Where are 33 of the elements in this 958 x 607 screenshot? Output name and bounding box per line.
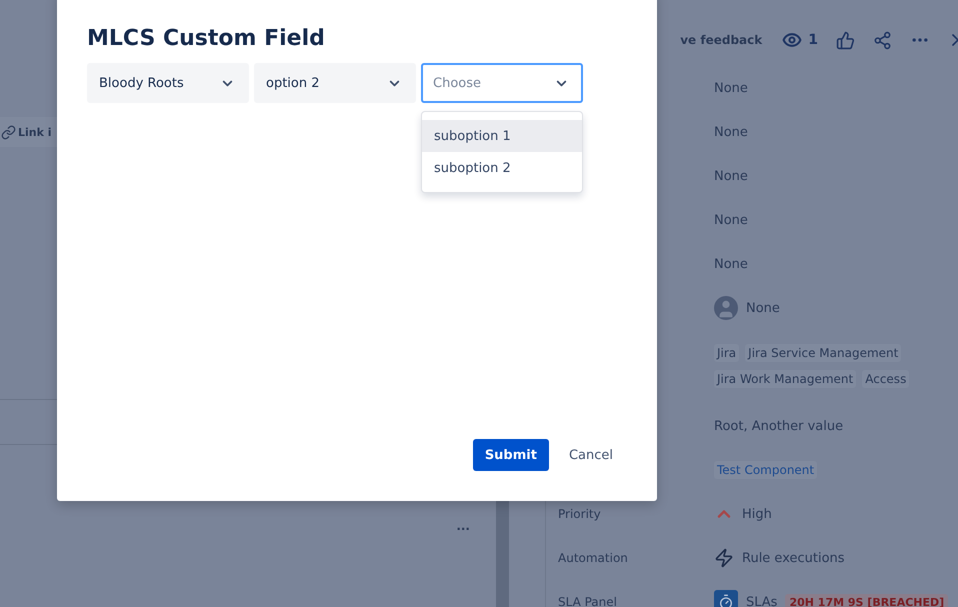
field-value: Root, Another value	[714, 418, 844, 434]
field-value: None	[714, 124, 748, 140]
thumbs-up-icon[interactable]	[836, 30, 855, 50]
field-label: Automation	[558, 551, 629, 565]
link-icon	[1, 124, 16, 140]
eye-icon	[782, 30, 802, 50]
field-value: None	[714, 80, 748, 96]
timer-icon	[714, 590, 738, 607]
avatar-icon	[714, 296, 738, 320]
cancel-button[interactable]: Cancel	[552, 439, 629, 471]
field-label: SLA Panel	[558, 595, 618, 607]
select-field[interactable]: Bloody Roots	[87, 63, 249, 103]
field-value: None	[714, 168, 748, 184]
dialog-title: MLCS Custom Field	[87, 26, 326, 51]
tag: Jira Work Management	[714, 370, 856, 388]
tag: Access	[862, 370, 910, 388]
field-value: High	[742, 506, 772, 522]
field-value: None	[714, 256, 748, 272]
field-value: None	[746, 300, 780, 316]
menu-option[interactable]: suboption 2	[422, 152, 582, 184]
select-field[interactable]: Choose	[421, 63, 583, 103]
tag: Jira Service Management	[745, 344, 902, 362]
menu-option[interactable]: suboption 1	[422, 120, 582, 152]
breached-badge: 20H 17M 9S [BREACHED]	[785, 594, 948, 607]
submit-button[interactable]: Submit	[472, 439, 549, 471]
field-label: Priority	[558, 507, 602, 521]
tag: Jira	[714, 344, 740, 362]
select-field[interactable]: option 2	[254, 63, 416, 103]
field-value: None	[714, 212, 748, 228]
field-value: SLAs	[746, 594, 778, 607]
lightning-icon	[714, 548, 734, 568]
field-value: Rule executions	[742, 550, 845, 566]
share-icon[interactable]	[873, 30, 892, 50]
